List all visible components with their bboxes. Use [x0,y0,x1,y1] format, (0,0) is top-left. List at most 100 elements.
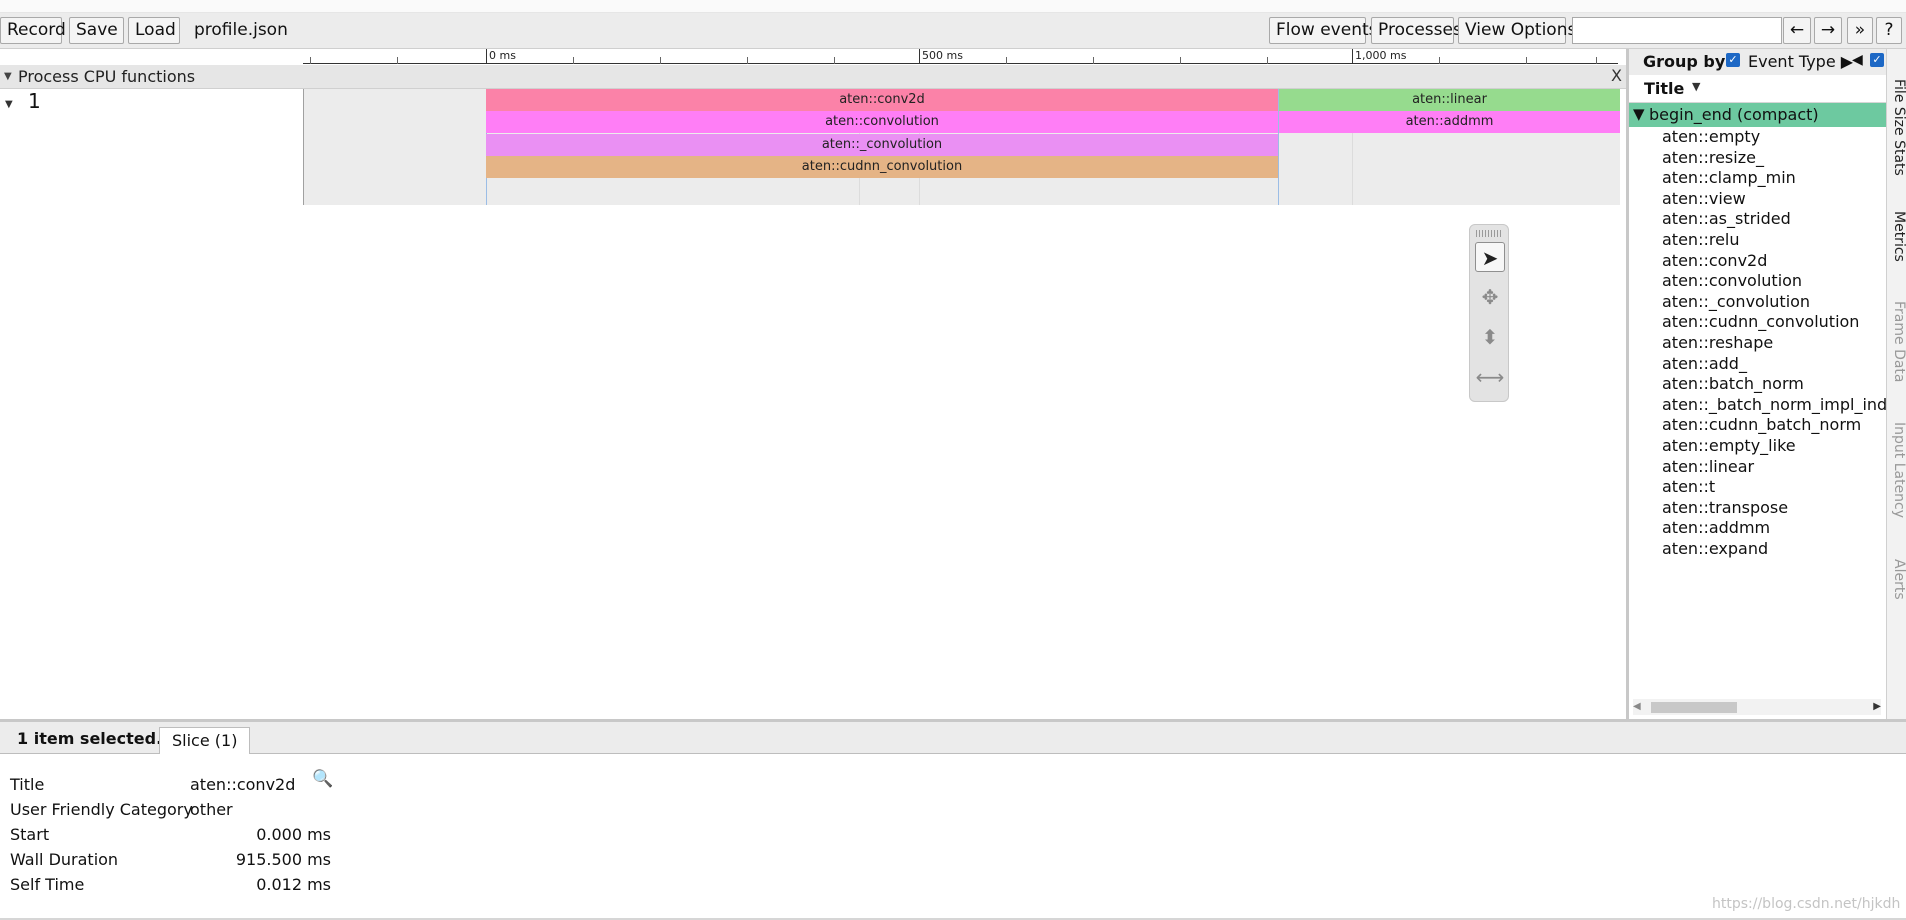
scroll-right-icon[interactable]: ▶ [1873,699,1881,715]
pan-move-icon[interactable]: ✥ [1475,282,1505,312]
event-list-item[interactable]: aten::_batch_norm_impl_index [1662,395,1906,414]
tab-slice[interactable]: Slice (1) [159,727,251,754]
detail-label-start: Start [10,825,50,844]
tab-alerts[interactable]: Alerts [1889,559,1906,600]
select-cursor-icon[interactable]: ➤ [1475,242,1505,272]
search-prev-button[interactable]: ← [1783,17,1811,44]
slice-linear[interactable]: aten::linear [1279,89,1620,111]
ruler-tick-major [486,49,487,64]
event-list-item[interactable]: aten::empty_like [1662,436,1796,455]
analysis-sidebar: Group by: ✓ Event Type ▶ ◀ ✓ Title ▼ ▼ b… [1626,49,1906,719]
ruler-tick [1526,57,1527,64]
extra-option-checkbox[interactable]: ✓ [1870,53,1884,67]
collapse-left-icon[interactable]: ◀ [1852,52,1863,68]
timeline-panel[interactable]: 0 ms 500 ms 1,000 ms ▼ Process CPU funct… [0,49,1626,719]
event-list-item[interactable]: aten::resize_ [1662,148,1764,167]
detail-label-title: Title [10,775,45,794]
tab-metrics[interactable]: Metrics [1889,211,1906,262]
ruler-tick [1596,57,1597,64]
event-list-item[interactable]: aten::empty [1662,127,1760,146]
scroll-left-icon[interactable]: ◀ [1633,699,1641,715]
title-column-header[interactable]: Title ▼ [1629,75,1886,103]
group-label: begin_end (compact) [1649,105,1819,124]
ruler-tick [1006,57,1007,64]
mouse-mode-palette: ➤ ✥ ⬍ ⟷ [1469,224,1509,402]
ruler-tick [834,57,835,64]
event-list-item[interactable]: aten::clamp_min [1662,168,1796,187]
ruler-tick [1093,57,1094,64]
save-button[interactable]: Save [69,17,124,44]
title-header-label: Title [1644,79,1685,98]
search-input[interactable] [1572,17,1782,44]
event-list-item[interactable]: aten::conv2d [1662,251,1767,270]
event-list-item[interactable]: aten::expand [1662,539,1768,558]
slice-conv2d[interactable]: aten::conv2d [486,89,1278,111]
close-process-button[interactable]: X [1611,66,1622,85]
ruler-label-500ms: 500 ms [922,49,963,62]
ruler-tick [747,57,748,64]
help-button[interactable]: ? [1876,17,1902,44]
load-button[interactable]: Load [128,17,180,44]
horizontal-scrollbar[interactable]: ◀ ▶ [1633,699,1881,715]
detail-value-title: aten::conv2d [190,775,296,794]
group-collapse-triangle-icon[interactable]: ▼ [1633,105,1645,123]
detail-value-category: other [190,800,233,819]
slice-addmm[interactable]: aten::addmm [1279,111,1620,133]
event-list-item[interactable]: aten::linear [1662,457,1754,476]
file-name: profile.json [194,20,288,40]
event-list-item[interactable]: aten::reshape [1662,333,1773,352]
slice-convolution[interactable]: aten::convolution [486,111,1278,133]
event-type-option[interactable]: Event Type ▶ [1748,52,1853,71]
event-list-item[interactable]: aten::as_strided [1662,209,1791,228]
process-title: Process CPU functions [18,67,196,86]
event-list-item[interactable]: aten::t [1662,477,1715,496]
tab-input-latency[interactable]: Input Latency [1889,422,1906,518]
flow-events-button[interactable]: Flow events [1269,17,1378,44]
timing-range-icon[interactable]: ⟷ [1475,362,1505,392]
zoom-vertical-icon[interactable]: ⬍ [1475,322,1505,352]
event-list-item[interactable]: aten::cudnn_convolution [1662,312,1859,331]
event-list-item[interactable]: aten::relu [1662,230,1740,249]
expand-triangle-icon[interactable]: ▼ [5,99,13,110]
event-list-item[interactable]: aten::addmm [1662,518,1770,537]
search-next-button[interactable]: → [1814,17,1842,44]
event-list-item[interactable]: aten::cudnn_batch_norm [1662,415,1861,434]
thread-label: ▼ 1 [0,89,304,205]
slice-cudnn-convolution[interactable]: aten::cudnn_convolution [486,156,1278,178]
browser-chrome-strip [0,0,1906,13]
overflow-button[interactable]: » [1847,17,1873,44]
ruler-tick [1439,57,1440,64]
event-list-item[interactable]: aten::view [1662,189,1746,208]
collapse-triangle-icon[interactable]: ▼ [4,71,12,82]
detail-value-wall-duration: 915.500 ms [235,850,331,869]
group-by-checkbox[interactable]: ✓ [1726,53,1740,67]
time-ruler[interactable]: 0 ms 500 ms 1,000 ms [0,49,1626,65]
side-tabs: File Size Stats Metrics Frame Data Input… [1886,49,1906,719]
ruler-tick [573,57,574,64]
scrollbar-thumb[interactable] [1651,702,1737,713]
drag-grip-icon[interactable] [1476,230,1502,237]
detail-label-wall-duration: Wall Duration [10,850,119,869]
event-list-item[interactable]: aten::add_ [1662,354,1747,373]
event-list-item[interactable]: aten::transpose [1662,498,1788,517]
search-icon[interactable]: 🔍 [312,769,333,789]
tab-frame-data[interactable]: Frame Data [1889,301,1906,383]
ruler-tick-major [1352,49,1353,64]
group-by-bar: Group by: ✓ Event Type ▶ ◀ ✓ [1629,49,1886,75]
ruler-tick [1180,57,1181,64]
event-list-item[interactable]: aten::batch_norm [1662,374,1804,393]
group-row[interactable]: ▼ begin_end (compact) [1629,103,1886,127]
view-options-button[interactable]: View Options [1458,17,1576,44]
detail-value-start: 0.000 ms [256,825,331,844]
processes-button[interactable]: Processes [1371,17,1462,44]
selection-count: 1 item selected. [17,729,163,748]
tab-file-size-stats[interactable]: File Size Stats [1889,79,1906,176]
process-header[interactable]: ▼ Process CPU functions X [0,65,1626,89]
slice-_convolution[interactable]: aten::_convolution [486,134,1278,156]
record-button[interactable]: Record [0,17,66,44]
thread-track[interactable]: aten::conv2d aten::convolution aten::_co… [304,89,1620,205]
sort-down-icon[interactable]: ▼ [1692,80,1700,93]
event-list-item[interactable]: aten::convolution [1662,271,1802,290]
ruler-tick [310,57,311,64]
event-list-item[interactable]: aten::_convolution [1662,292,1810,311]
